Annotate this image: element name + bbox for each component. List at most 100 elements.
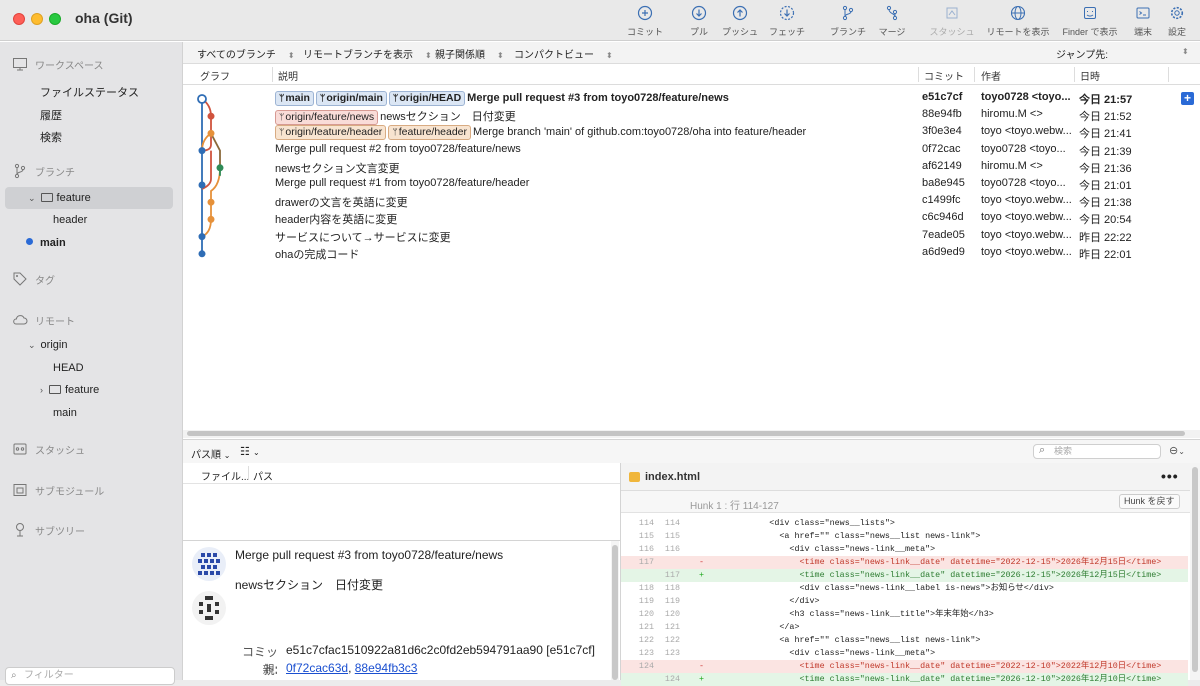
sidebar-item-branch-header[interactable]: header — [53, 214, 87, 226]
commit-row[interactable]: ohaの完成コード a6d9ed9 toyo <toyo.webw... 昨日 22:… — [183, 245, 1200, 262]
commit-row[interactable]: サービスについて→サービスに変更 7eade05 toyo <toyo.webw..… — [183, 228, 1200, 245]
branch-label-badge[interactable]: ᛘorigin/main — [315, 91, 387, 106]
column-separator[interactable] — [272, 67, 273, 82]
sidebar-section-branches[interactable]: ブランチ — [12, 163, 75, 179]
new-line-number: 122 — [664, 635, 680, 645]
show-in-finder-button[interactable]: Finder で表示 — [1059, 5, 1121, 38]
column-separator[interactable] — [248, 466, 249, 480]
diff-line[interactable]: 117 + <time class="news-link__date" datet… — [621, 569, 1188, 582]
diff-line[interactable]: 121 121 </a> — [621, 621, 1188, 634]
zoom-window-button[interactable] — [49, 13, 61, 25]
chevron-right-icon[interactable]: › — [40, 385, 43, 395]
commit-date: 今日 21:36 — [1079, 162, 1132, 175]
branch-label-badge[interactable]: ᛘorigin/feature/header — [275, 125, 387, 141]
settings-button[interactable]: 設定 — [1165, 5, 1189, 38]
list-view-dropdown[interactable]: ☷ ⌄ — [240, 445, 260, 458]
diff-line[interactable]: 119 119 </div> — [621, 595, 1188, 608]
commit-row[interactable]: Merge pull request #1 from toyo0728/feat… — [183, 176, 1200, 193]
column-description[interactable]: 説明 — [278, 68, 298, 83]
sidebar-item-branch-feature[interactable]: ⌄ feature — [28, 192, 91, 204]
commit-row[interactable]: drawerの文言を英語に変更 c1499fc toyo <toyo.webw...… — [183, 193, 1200, 210]
sort-order-dropdown[interactable]: 親子関係順 ⬍ — [435, 46, 504, 61]
column-separator[interactable] — [918, 67, 919, 82]
branch-label-badge[interactable]: ᛘfeature/header — [388, 125, 472, 141]
branches-filter-dropdown[interactable]: すべてのブランチ ⬍ — [197, 46, 295, 61]
diff-scrollbar[interactable] — [1190, 463, 1200, 680]
push-button[interactable]: プッシュ — [720, 5, 760, 38]
sidebar-item-remote-main[interactable]: main — [53, 407, 77, 419]
branch-label-badge[interactable]: ᛘorigin/HEAD — [388, 91, 466, 106]
sidebar-section-submodules[interactable]: サブモジュール — [12, 482, 104, 498]
diff-line[interactable]: 117 - <time class="news-link__date" datet… — [621, 556, 1188, 569]
sidebar-item-remote-origin[interactable]: ⌄ origin — [28, 339, 67, 351]
diff-line[interactable]: 124 - <time class="news-link__date" datet… — [621, 660, 1188, 673]
view-mode-dropdown[interactable]: コンパクトビュー ⬍ — [514, 46, 613, 61]
more-options-button[interactable]: ⊖⌄ — [1169, 444, 1185, 457]
pull-button[interactable]: プル — [684, 5, 714, 38]
diff-code: <time class="news-link__date" datetime="… — [709, 661, 1162, 671]
commit-row[interactable]: ᛘorigin/feature/news newsセクション 日付変更 88e94f… — [183, 107, 1200, 126]
diff-line[interactable]: 114 114 <div class="news__lists"> — [621, 517, 1188, 530]
jump-to-dropdown[interactable]: ⬍ — [1182, 46, 1189, 57]
column-author[interactable]: 作者 — [981, 68, 1001, 83]
fetch-button[interactable]: フェッチ — [767, 5, 807, 38]
column-separator[interactable] — [974, 67, 975, 82]
sidebar-item-branch-main[interactable]: main — [26, 237, 66, 249]
sidebar-item-file-status[interactable]: ファイルステータス — [40, 84, 139, 100]
diff-line[interactable]: 122 122 <a href="" class="news__list news… — [621, 634, 1188, 647]
column-separator[interactable] — [1168, 67, 1169, 82]
diff-line[interactable]: 116 116 <div class="news-link__meta"> — [621, 543, 1188, 556]
column-graph[interactable]: グラフ — [200, 68, 230, 83]
sidebar-section-tags[interactable]: タグ — [12, 271, 55, 287]
column-file[interactable]: ファイル... — [201, 468, 249, 483]
chevron-down-icon[interactable]: ⌄ — [28, 193, 36, 203]
column-path[interactable]: パス — [253, 468, 273, 483]
revert-hunk-button[interactable]: Hunk を戻す — [1119, 494, 1180, 509]
branch-label-badge[interactable]: ᛘmain — [275, 91, 314, 106]
terminal-button[interactable]: 端末 — [1131, 5, 1155, 38]
sidebar-section-stashes[interactable]: スタッシュ — [12, 441, 85, 457]
show-remote-button[interactable]: リモートを表示 — [986, 5, 1050, 38]
sidebar-section-remotes[interactable]: リモート — [12, 312, 75, 328]
add-button[interactable]: + — [1181, 92, 1194, 105]
sidebar-section-subtrees[interactable]: サブツリー — [12, 522, 85, 538]
branch-button[interactable]: ブランチ — [828, 5, 868, 38]
parent-commit-link[interactable]: 88e94fb3c3 — [355, 661, 418, 675]
merge-button[interactable]: マージ — [876, 5, 908, 38]
branch-label-badge[interactable]: ᛘorigin/feature/news — [275, 110, 379, 126]
sidebar-item-remote-head[interactable]: HEAD — [53, 362, 84, 374]
more-options-icon[interactable]: ••• — [1161, 468, 1179, 484]
scrollbar-thumb[interactable] — [187, 431, 1185, 436]
column-separator[interactable] — [1074, 67, 1075, 82]
chevron-down-icon[interactable]: ⌄ — [28, 340, 36, 350]
diff-line[interactable]: 120 120 <h3 class="news-link__title">年末年始… — [621, 608, 1188, 621]
sidebar-filter-input[interactable]: ⌕ フィルター — [5, 667, 175, 685]
sidebar-item-remote-feature[interactable]: › feature — [40, 384, 99, 396]
close-window-button[interactable] — [13, 13, 25, 25]
parent-commit-link[interactable]: 0f72cac63d — [286, 661, 348, 675]
sidebar-item-search[interactable]: 検索 — [40, 129, 62, 145]
scrollbar-thumb[interactable] — [612, 545, 618, 680]
commit-row[interactable]: newsセクション文言変更 af62149 hiromu.M <> 今日 21:36 — [183, 159, 1200, 176]
commit-row[interactable]: Merge pull request #2 from toyo0728/feat… — [183, 142, 1200, 159]
commit-detail-scrollbar[interactable] — [611, 541, 619, 680]
file-search-input[interactable]: ⌕ 検索 — [1033, 444, 1161, 459]
stash-button[interactable]: スタッシュ — [929, 5, 975, 38]
horizontal-scrollbar[interactable] — [183, 430, 1200, 438]
commit-button[interactable]: コミット — [627, 5, 663, 38]
scrollbar-thumb[interactable] — [1192, 467, 1198, 672]
sidebar-item-history[interactable]: 履歴 — [40, 107, 62, 123]
remote-branches-dropdown[interactable]: リモートブランチを表示 ⬍ — [303, 46, 432, 61]
column-commit[interactable]: コミット — [924, 68, 964, 83]
commit-row[interactable]: ᛘorigin/feature/header ᛘfeature/header Mer… — [183, 124, 1200, 141]
column-date[interactable]: 日時 — [1080, 68, 1100, 83]
diff-line[interactable]: 115 115 <a href="" class="news__list news… — [621, 530, 1188, 543]
commit-row[interactable]: header内容を英語に変更 c6c946d toyo <toyo.webw... 今… — [183, 210, 1200, 227]
diff-line[interactable]: 123 123 <div class="news-link__meta"> — [621, 647, 1188, 660]
path-order-dropdown[interactable]: パス順 ⌄ — [191, 446, 230, 461]
fetch-icon — [779, 5, 795, 21]
minimize-window-button[interactable] — [31, 13, 43, 25]
diff-line[interactable]: 118 118 <div class="news-link__label is-n… — [621, 582, 1188, 595]
commit-row[interactable]: ᛘmain ᛘorigin/main ᛘorigin/HEAD Merge pull … — [183, 90, 1200, 107]
sidebar-section-workspace[interactable]: ワークスペース — [12, 56, 104, 72]
